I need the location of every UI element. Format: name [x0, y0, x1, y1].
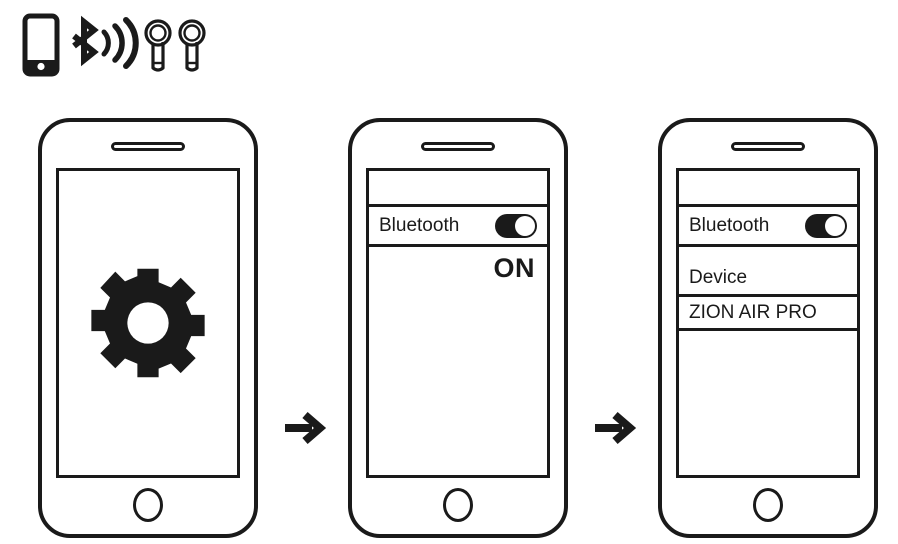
bluetooth-row[interactable]: Bluetooth [679, 207, 857, 247]
home-button[interactable] [443, 488, 473, 522]
arrow-right-icon [283, 408, 327, 448]
toggle-knob [825, 215, 845, 236]
earpiece-speaker [731, 142, 805, 151]
bluetooth-toggle[interactable] [805, 213, 847, 238]
device-name-label: ZION AIR PRO [689, 302, 817, 323]
phone-screen-2: Bluetooth ON [366, 168, 550, 478]
header-icons-svg [22, 13, 206, 77]
status-bar [679, 171, 857, 207]
bluetooth-label: Bluetooth [689, 215, 770, 236]
bluetooth-status-text: ON [493, 253, 535, 283]
device-list-item[interactable]: ZION AIR PRO [679, 297, 857, 331]
smartphone-icon [22, 13, 60, 77]
arrow-right-icon [593, 408, 637, 448]
earpiece-speaker [111, 142, 185, 151]
device-section-header: Device [679, 247, 857, 297]
home-button[interactable] [133, 488, 163, 522]
bluetooth-toggle[interactable] [495, 213, 537, 238]
gear-icon[interactable] [89, 264, 207, 382]
device-header-label: Device [689, 267, 748, 288]
status-bar [369, 171, 547, 207]
phone-screen-3: Bluetooth Device ZION AIR PRO [676, 168, 860, 478]
earbud-left-icon [144, 19, 172, 72]
phone-step-3: Bluetooth Device ZION AIR PRO [658, 118, 878, 538]
empty-list-area [369, 282, 547, 475]
earbud-right-icon [178, 19, 206, 72]
phone-steps-row: Bluetooth ON Bluetooth Device ZION AIR P… [0, 108, 898, 544]
phone-screen-1 [56, 168, 240, 478]
header-icon-strip [12, 8, 232, 88]
bluetooth-icon [72, 15, 99, 67]
bluetooth-content: ON [369, 247, 547, 475]
toggle-knob [515, 215, 535, 236]
phone-step-2: Bluetooth ON [348, 118, 568, 538]
device-list-empty-area [679, 331, 857, 475]
earpiece-speaker [421, 142, 495, 151]
bluetooth-row[interactable]: Bluetooth [369, 207, 547, 247]
bluetooth-label: Bluetooth [379, 215, 460, 236]
home-button[interactable] [753, 488, 783, 522]
signal-waves-icon [101, 17, 139, 69]
phone-step-1 [38, 118, 258, 538]
settings-screen-content [59, 171, 237, 475]
